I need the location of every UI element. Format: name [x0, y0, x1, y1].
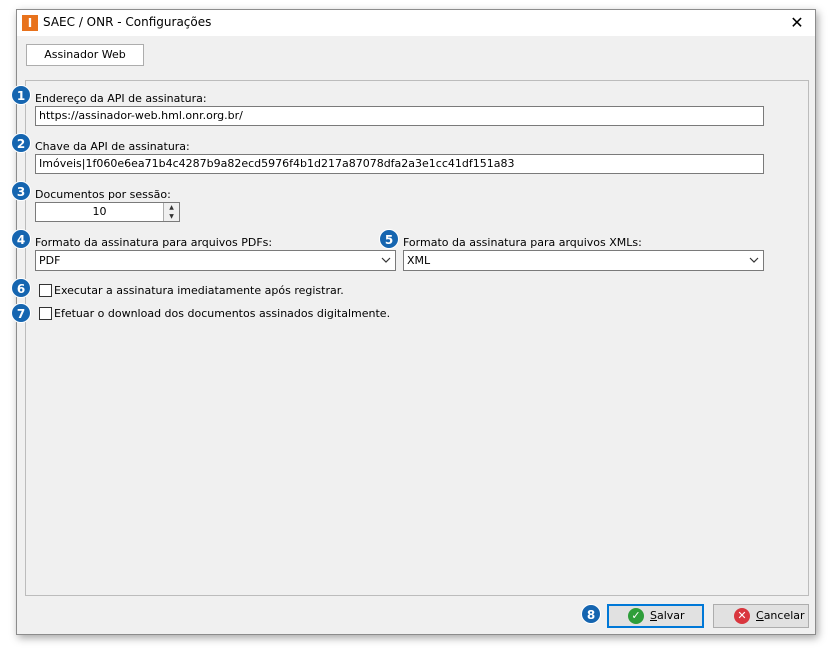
- cancel-icon: ✕: [734, 608, 750, 624]
- callout-3: 3: [11, 181, 31, 201]
- api-key-input[interactable]: Imóveis|1f060e6ea71b4c4287b9a82ecd5976f4…: [35, 154, 764, 174]
- callout-8: 8: [581, 604, 601, 624]
- execute-immediately-label[interactable]: Executar a assinatura imediatamente após…: [54, 284, 344, 297]
- callout-1: 1: [11, 85, 31, 105]
- stepper-buttons: ▲ ▼: [163, 203, 179, 221]
- callout-2: 2: [11, 133, 31, 153]
- tab-assinador-web[interactable]: Assinador Web: [26, 44, 144, 66]
- download-signed-label[interactable]: Efetuar o download dos documentos assina…: [54, 307, 390, 320]
- docs-per-session-label: Documentos por sessão:: [35, 188, 171, 201]
- save-button[interactable]: ✓ Salvar: [607, 604, 704, 628]
- settings-panel: Endereço da API de assinatura: https://a…: [25, 80, 809, 596]
- api-address-label: Endereço da API de assinatura:: [35, 92, 207, 105]
- callout-6: 6: [11, 278, 31, 298]
- cancel-button[interactable]: ✕ Cancelar: [713, 604, 809, 628]
- cancel-button-label: Cancelar: [756, 609, 805, 622]
- pdf-format-value: PDF: [39, 254, 61, 267]
- docs-per-session-value[interactable]: 10: [36, 203, 163, 221]
- chevron-down-icon: [749, 251, 759, 276]
- pdf-format-select[interactable]: PDF: [35, 250, 396, 271]
- title-bar: I SAEC / ONR - Configurações ✕: [17, 10, 815, 36]
- execute-immediately-checkbox[interactable]: [39, 284, 52, 297]
- pdf-format-label: Formato da assinatura para arquivos PDFs…: [35, 236, 273, 249]
- xml-format-value: XML: [407, 254, 431, 267]
- settings-window: I SAEC / ONR - Configurações ✕ Assinador…: [16, 9, 816, 635]
- api-address-input[interactable]: https://assinador-web.hml.onr.org.br/: [35, 106, 764, 126]
- close-button[interactable]: ✕: [779, 10, 815, 36]
- app-icon: I: [22, 15, 38, 31]
- callout-7: 7: [11, 303, 31, 323]
- api-key-label: Chave da API de assinatura:: [35, 140, 190, 153]
- xml-format-label: Formato da assinatura para arquivos XMLs…: [403, 236, 642, 249]
- download-signed-checkbox[interactable]: [39, 307, 52, 320]
- window-title: SAEC / ONR - Configurações: [43, 15, 212, 29]
- check-icon: ✓: [628, 608, 644, 624]
- docs-per-session-stepper[interactable]: 10 ▲ ▼: [35, 202, 180, 222]
- xml-format-select[interactable]: XML: [403, 250, 764, 271]
- save-button-label: Salvar: [650, 609, 685, 622]
- callout-5: 5: [379, 229, 399, 249]
- stepper-down-icon[interactable]: ▼: [164, 212, 179, 221]
- chevron-down-icon: [381, 251, 391, 276]
- callout-4: 4: [11, 229, 31, 249]
